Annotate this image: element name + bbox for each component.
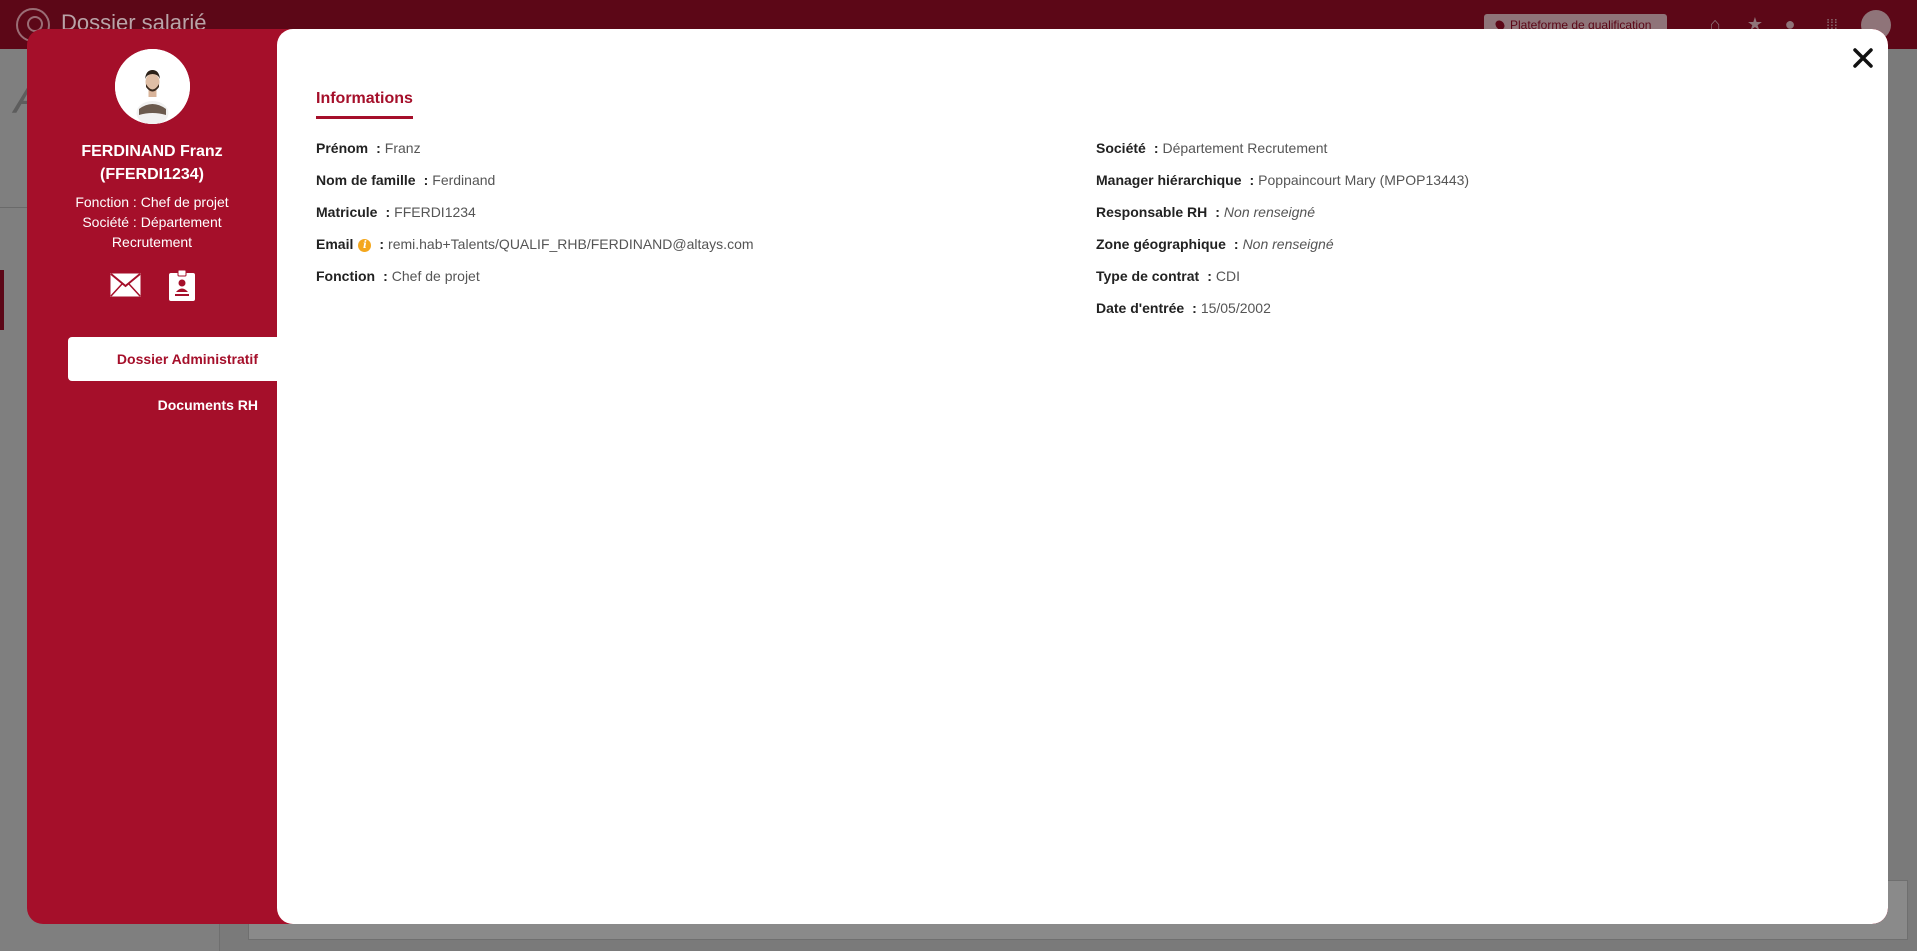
field-label: Email — [316, 236, 354, 252]
id-badge-icon[interactable] — [169, 270, 195, 301]
field-societe: Société: Département Recrutement — [1096, 140, 1328, 156]
field-value: Poppaincourt Mary (MPOP13443) — [1258, 172, 1470, 188]
sidebar-item-documents-rh[interactable]: Documents RH — [158, 383, 277, 427]
field-value: Ferdinand — [432, 172, 496, 188]
field-label: Nom de famille — [316, 172, 416, 188]
modal-content: Informations Prénom: Franz Nom de famille… — [277, 29, 1888, 924]
field-prenom: Prénom: Franz — [316, 140, 421, 156]
field-value: Département Recrutement — [1162, 140, 1328, 156]
field-value: Chef de projet — [391, 268, 480, 284]
field-date-entree: Date d'entrée:15/05/2002 — [1096, 300, 1271, 316]
field-label: Fonction — [316, 268, 376, 284]
field-manager-hierarchique: Manager hiérarchique: Poppaincourt Mary (… — [1096, 172, 1470, 188]
field-value: FFERDI1234 — [394, 204, 476, 220]
field-value: Non renseigné — [1223, 204, 1315, 220]
field-label: Zone géographique — [1096, 236, 1226, 252]
field-label: Matricule — [316, 204, 378, 220]
field-nom-de-famille: Nom de famille: Ferdinand — [316, 172, 496, 188]
employee-name-block: FERDINAND Franz (FFERDI1234) — [27, 140, 277, 186]
employee-modal: FERDINAND Franz (FFERDI1234) Fonction : … — [27, 29, 1888, 924]
field-fonction: Fonction: Chef de projet — [316, 268, 480, 284]
tab-informations[interactable]: Informations — [316, 90, 413, 119]
field-responsable-rh: Responsable RH: Non renseigné — [1096, 204, 1315, 220]
employee-name: FERDINAND Franz — [81, 143, 223, 160]
field-label: Société — [1096, 140, 1146, 156]
field-zone-geographique: Zone géographique: Non renseigné — [1096, 236, 1334, 252]
field-label: Prénom — [316, 140, 369, 156]
profile-sidebar: FERDINAND Franz (FFERDI1234) Fonction : … — [27, 29, 277, 924]
close-icon[interactable] — [1851, 46, 1875, 70]
field-value: Franz — [384, 140, 421, 156]
field-value: 15/05/2002 — [1200, 300, 1271, 316]
field-label: Responsable RH — [1096, 204, 1208, 220]
employee-societe: Société : Département Recrutement — [82, 214, 222, 250]
field-value: CDI — [1215, 268, 1240, 284]
field-matricule: Matricule: FFERDI1234 — [316, 204, 476, 220]
field-label: Type de contrat — [1096, 268, 1200, 284]
field-label: Date d'entrée — [1096, 300, 1185, 316]
sidebar-active-marker — [0, 270, 4, 330]
info-icon[interactable]: i — [358, 239, 372, 252]
sidebar-item-dossier-administratif[interactable]: Dossier Administratif — [68, 337, 277, 381]
field-value: remi.hab+Talents/QUALIF_RHB/FERDINAND@al… — [388, 236, 754, 252]
employee-avatar — [115, 49, 190, 124]
envelope-icon[interactable] — [110, 273, 141, 297]
field-label: Manager hiérarchique — [1096, 172, 1242, 188]
person-photo-icon — [115, 49, 190, 124]
field-value: Non renseigné — [1242, 236, 1334, 252]
employee-id: (FFERDI1234) — [99, 166, 205, 183]
employee-fonction: Fonction : Chef de projet — [75, 194, 229, 210]
field-type-de-contrat: Type de contrat: CDI — [1096, 268, 1240, 284]
field-email: Email i: remi.hab+Talents/QUALIF_RHB/FERDI… — [316, 236, 754, 252]
employee-summary: Fonction : Chef de projet Société : Dépa… — [57, 192, 247, 252]
